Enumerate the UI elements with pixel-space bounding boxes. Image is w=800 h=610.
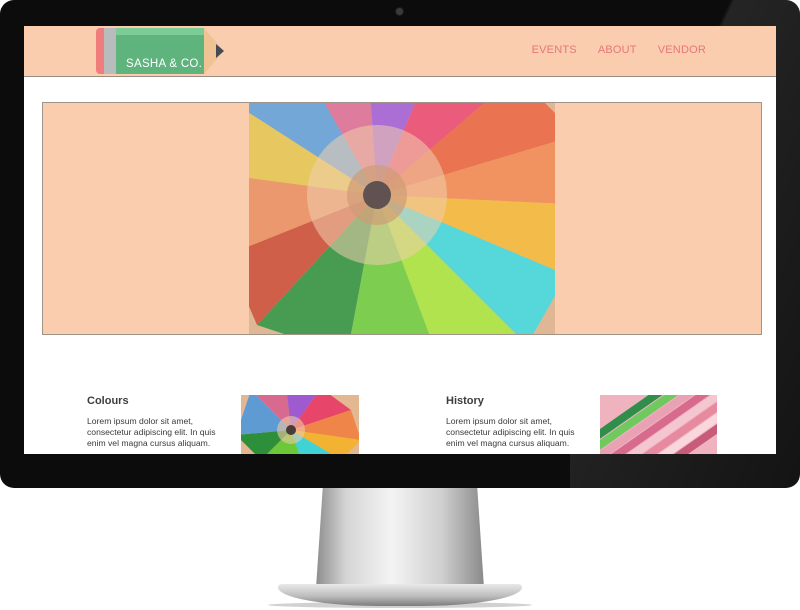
card-history-image xyxy=(600,395,717,454)
hero-pencils-image xyxy=(249,103,555,334)
pencil-lead xyxy=(216,44,224,58)
nav-vendor-link[interactable]: VENDOR xyxy=(658,44,706,56)
monitor-screen: SASHA & CO. EVENTS ABOUT VENDOR Colours … xyxy=(24,26,776,454)
card-colours-title: Colours xyxy=(87,395,129,407)
pencil-logo-icon[interactable]: SASHA & CO. xyxy=(96,28,226,74)
nav-about-link[interactable]: ABOUT xyxy=(598,44,637,56)
hero-banner xyxy=(42,102,762,335)
monitor-bezel: SASHA & CO. EVENTS ABOUT VENDOR Colours … xyxy=(0,0,800,488)
monitor-stand-neck xyxy=(316,488,484,588)
card-history-text: Lorem ipsum dolor sit amet, consectetur … xyxy=(446,416,575,448)
card-colours-text: Lorem ipsum dolor sit amet, consectetur … xyxy=(87,416,216,448)
logo-text: SASHA & CO. xyxy=(126,58,203,70)
nav-events-link[interactable]: EVENTS xyxy=(532,44,577,56)
site-header: SASHA & CO. EVENTS ABOUT VENDOR xyxy=(24,26,776,77)
pencil-band xyxy=(104,28,116,74)
pencil-eraser xyxy=(96,28,104,74)
main-nav: EVENTS ABOUT VENDOR xyxy=(532,44,706,56)
card-history-title: History xyxy=(446,395,484,407)
pencil-stripe xyxy=(116,28,204,35)
webcam-icon xyxy=(396,8,403,15)
card-colours-image xyxy=(241,395,359,454)
